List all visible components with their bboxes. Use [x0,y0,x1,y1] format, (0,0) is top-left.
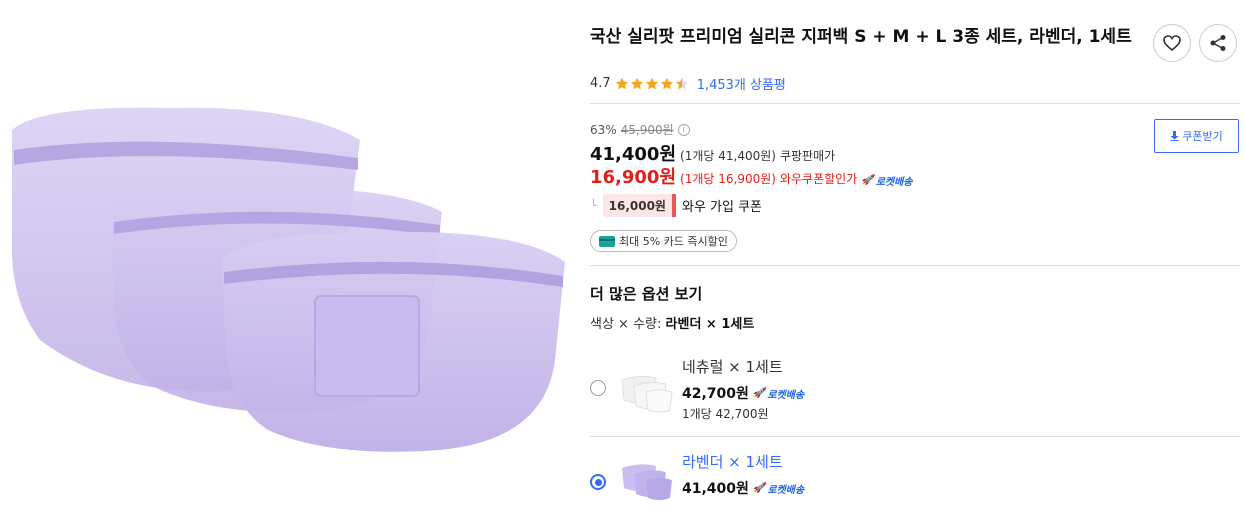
wow-price: 16,900원 [590,167,677,188]
rocket-label: 로켓배송 [767,484,805,496]
wow-price-label: 와우쿠폰할인가 [779,172,858,186]
rocket-icon: 🚀 [861,175,874,186]
wishlist-button[interactable] [1153,24,1191,62]
rocket-delivery-badge: 🚀 로켓배송 [861,173,912,188]
rating-stars [615,77,689,90]
coupang-unit-price: (1개당 41,400원) [680,149,776,163]
review-count-link[interactable]: 1,453개 상품평 [697,74,786,93]
rocket-delivery-badge: 🚀 로켓배송 [753,386,804,401]
discount-rate: 63% [590,122,617,137]
star-icon [660,77,673,90]
option-item-lavender[interactable]: 라벤더 × 1세트 41,400원 🚀 로켓배송 [590,448,1240,500]
original-price: 45,900원 [620,123,674,137]
options-selection: 색상 × 수량: 라벤더 × 1세트 [590,313,754,332]
coupon-download-button[interactable]: 쿠폰받기 [1154,119,1239,153]
star-icon [615,77,628,90]
coupon-button-label: 쿠폰받기 [1182,130,1223,143]
coupang-price-label: 쿠팡판매가 [779,149,836,163]
divider [590,103,1240,104]
join-coupon-label: 와우 가입 쿠폰 [681,200,763,215]
wow-price-row: 16,900원 (1개당 16,900원) 와우쿠폰할인가 🚀 로켓배송 [590,163,913,189]
options-title: 더 많은 옵션 보기 [590,285,703,303]
option-unit-price: 1개당 42,700원 [682,407,769,421]
indent-corner-icon: └ [590,199,597,212]
wow-unit-price: (1개당 16,900원) [680,172,776,186]
half-star-icon [675,77,688,90]
selection-value: 라벤더 × 1세트 [665,317,755,332]
option-name: 네츄럴 × 1세트 [682,358,783,376]
rocket-delivery-badge: 🚀 로켓배송 [753,481,804,496]
option-thumbnail [620,460,674,504]
option-name: 라벤더 × 1세트 [682,453,783,471]
card-discount-badge[interactable]: 최대 5% 카드 즉시할인 [590,230,737,252]
divider [590,265,1240,266]
card-discount-text: 최대 5% 카드 즉시할인 [619,235,728,248]
product-image [0,0,575,496]
heart-icon [1163,35,1181,51]
info-icon[interactable]: i [677,123,690,136]
star-icon [645,77,658,90]
option-radio[interactable] [590,380,606,396]
download-icon [1170,131,1179,141]
rocket-label: 로켓배송 [767,389,805,401]
join-coupon-row: └ 16,000원 와우 가입 쿠폰 [590,194,762,217]
option-thumbnail [620,370,674,414]
rating-row: 4.7 1,453개 상품평 [590,74,786,93]
option-price-row: 41,400원 🚀 로켓배송 [682,478,804,498]
selection-prefix: 색상 × 수량: [590,317,662,332]
option-price: 41,400원 [682,481,749,497]
divider [590,436,1240,437]
product-title: 국산 실리팟 프리미엄 실리콘 지퍼백 S + M + L 3종 세트, 라벤더… [590,27,1132,47]
star-icon [630,77,643,90]
join-coupon-amount: 16,000원 [602,194,676,217]
share-icon [1210,35,1226,51]
option-item-natural[interactable]: 네츄럴 × 1세트 42,700원 🚀 로켓배송 1개당 42,700원 [590,352,1240,430]
share-button[interactable] [1199,24,1237,62]
rocket-label: 로켓배송 [875,177,913,188]
option-price-row: 42,700원 🚀 로켓배송 [682,383,804,403]
credit-card-icon [599,235,615,247]
rocket-icon: 🚀 [752,387,766,399]
option-radio-selected[interactable] [590,474,606,490]
rating-score: 4.7 [590,76,611,91]
option-price: 42,700원 [682,386,749,402]
rocket-icon: 🚀 [752,482,766,494]
discount-row: 63% 45,900원 i [590,121,690,138]
